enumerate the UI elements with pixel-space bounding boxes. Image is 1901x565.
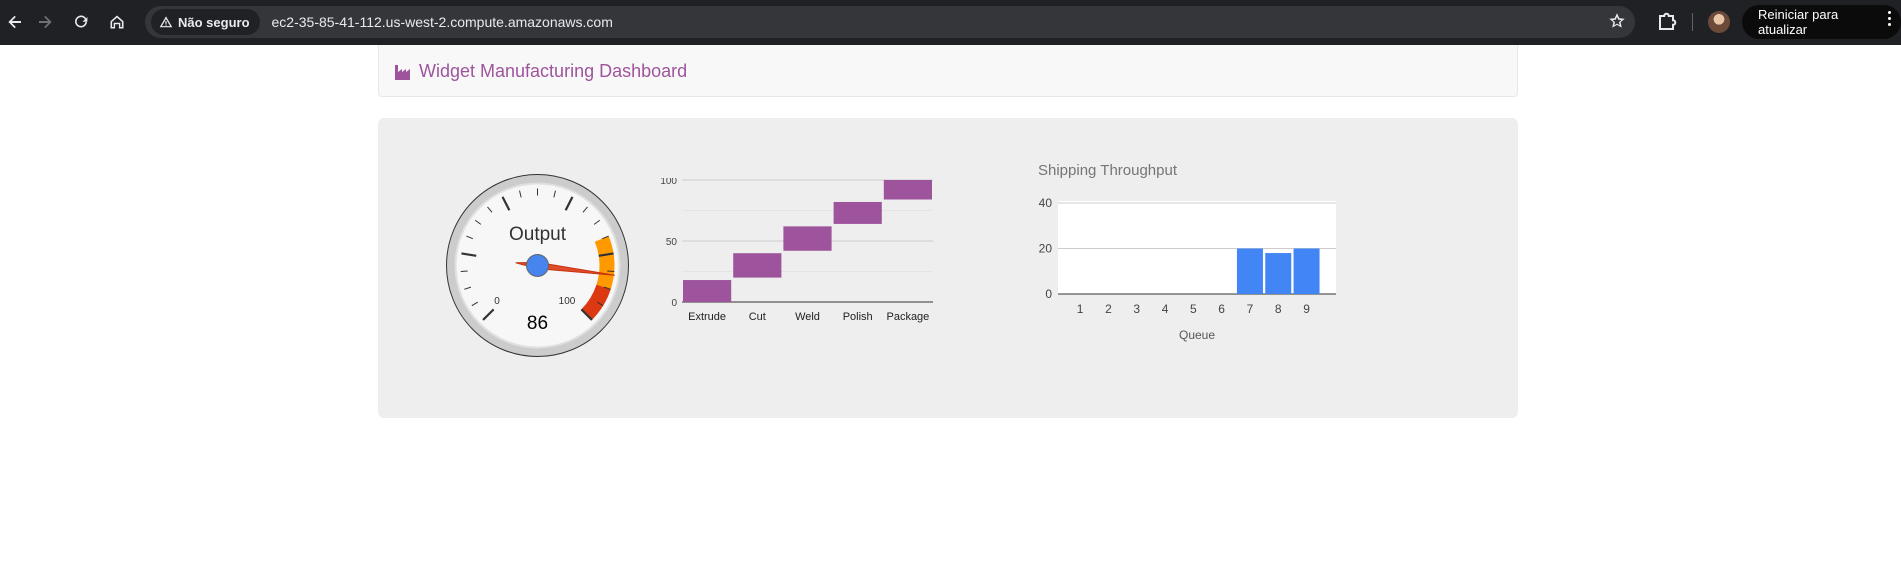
gauge-max-label: 100: [559, 296, 576, 307]
back-button[interactable]: [0, 7, 30, 37]
throughput-bar[interactable]: [1265, 253, 1292, 294]
x-tick-label: Extrude: [688, 311, 726, 323]
gauge-hub: [526, 254, 549, 277]
gauge-value: 86: [527, 313, 548, 334]
extensions-icon: [1659, 12, 1677, 30]
dashboard-panel: Output 0 100 86 0 50 100 Extrude Cut Weld Poli…: [378, 118, 1518, 418]
x-tick-label: 8: [1275, 302, 1282, 316]
x-tick-label: Cut: [749, 311, 766, 323]
throughput-bars: [1236, 248, 1320, 295]
star-icon: [1609, 13, 1625, 28]
x-tick-label: 3: [1133, 302, 1140, 316]
menu-icon[interactable]: [1888, 11, 1891, 26]
stage-bar[interactable]: [883, 180, 932, 200]
forward-icon: [39, 15, 52, 29]
output-gauge: Output 0 100 86: [446, 174, 629, 357]
url-text[interactable]: ec2-35-85-41-112.us-west-2.compute.amazo…: [272, 14, 613, 30]
avatar[interactable]: [1708, 11, 1730, 33]
extensions-button[interactable]: [1654, 8, 1680, 39]
forward-button[interactable]: [30, 7, 60, 37]
process-stage-chart: 0 50 100 Extrude Cut Weld Polish Package: [660, 178, 933, 323]
shipping-throughput-chart: Shipping Throughput 0 20 40 1 2 3 4 5 6 7 8 9 Queue: [1038, 163, 1336, 342]
back-icon: [8, 15, 21, 29]
stage-bar[interactable]: [683, 280, 732, 302]
browser-toolbar: Não seguro ec2-35-85-41-112.us-west-2.co…: [0, 0, 1901, 45]
x-tick-label: 2: [1105, 302, 1112, 316]
x-tick-label: Weld: [795, 311, 820, 323]
stage-bar[interactable]: [733, 253, 782, 278]
y-tick-label: 0: [671, 298, 677, 309]
stage-bar[interactable]: [833, 201, 882, 224]
gauge-tick: [607, 270, 615, 273]
stage-bar[interactable]: [783, 226, 832, 251]
home-button[interactable]: [102, 7, 132, 37]
update-button-label: Reiniciar para atualizar: [1758, 7, 1839, 37]
brand-title: Widget Manufacturing Dashboard: [419, 61, 688, 81]
navbar-brand[interactable]: Widget Manufacturing Dashboard: [395, 61, 687, 82]
gauge-label: Output: [509, 224, 567, 245]
x-tick-label: Package: [886, 311, 929, 323]
x-tick-label: Polish: [843, 311, 873, 323]
navbar: Widget Manufacturing Dashboard: [378, 45, 1518, 97]
reload-icon: [75, 15, 88, 28]
update-button[interactable]: Reiniciar para atualizar: [1742, 5, 1901, 39]
gauge-min-label: 0: [494, 296, 500, 307]
security-label: Não seguro: [178, 14, 250, 30]
address-bar[interactable]: Não seguro ec2-35-85-41-112.us-west-2.co…: [145, 6, 1635, 38]
chart-title: Shipping Throughput: [1038, 163, 1178, 179]
y-tick-label: 20: [1039, 242, 1053, 256]
bookmark-button[interactable]: [1607, 11, 1627, 36]
x-axis-title: Queue: [1179, 328, 1215, 342]
x-tick-label: 6: [1218, 302, 1225, 316]
x-tick-label: 4: [1162, 302, 1169, 316]
toolbar-separator: [1692, 13, 1693, 31]
x-tick-label: 1: [1077, 302, 1084, 316]
y-tick-label: 0: [1045, 287, 1052, 301]
gauge-tick: [460, 270, 468, 273]
y-tick-label: 40: [1039, 196, 1053, 210]
x-tick-label: 5: [1190, 302, 1197, 316]
warning-icon: [159, 16, 173, 28]
throughput-bar[interactable]: [1236, 248, 1263, 295]
reload-button[interactable]: [66, 7, 96, 37]
home-icon: [110, 15, 124, 29]
x-tick-label: 9: [1303, 302, 1310, 316]
y-tick-label: 50: [666, 237, 678, 248]
security-chip[interactable]: Não seguro: [151, 9, 260, 35]
throughput-bar[interactable]: [1293, 248, 1320, 295]
y-tick-label: 100: [660, 178, 677, 187]
x-tick-label: 7: [1247, 302, 1254, 316]
factory-icon: [395, 64, 410, 80]
